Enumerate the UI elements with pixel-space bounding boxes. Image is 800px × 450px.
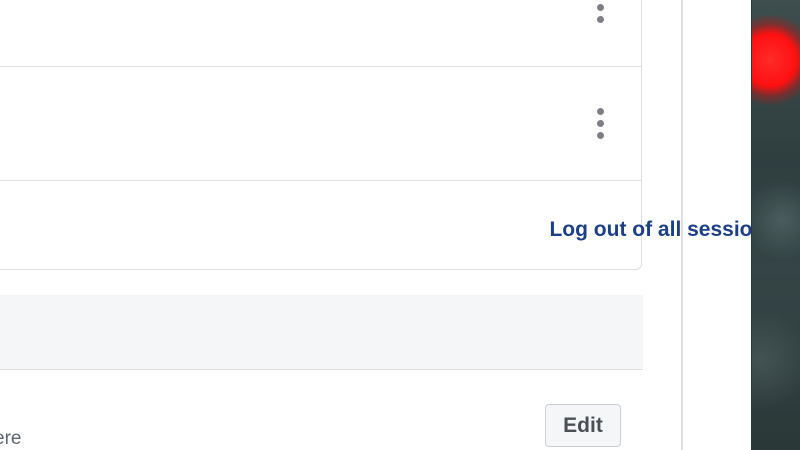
section-header [0,295,643,370]
log-out-all-sessions-link[interactable]: Log out of all sessions [549,218,777,242]
more-options-icon [596,15,604,23]
more-options-icon [596,107,604,115]
edit-button[interactable]: Edit [545,404,621,447]
session-options-button[interactable] [589,105,611,141]
more-options-icon [596,131,604,139]
background-photo [751,0,800,450]
settings-page: Log out of all sessions ere Edit [0,0,800,450]
session-row [0,0,641,67]
session-row [0,67,641,181]
session-options-button[interactable] [589,0,611,25]
more-options-icon [596,3,604,11]
setting-description: ere [0,428,22,449]
more-options-icon [596,119,604,127]
column-divider [681,0,683,450]
sessions-card [0,0,642,270]
